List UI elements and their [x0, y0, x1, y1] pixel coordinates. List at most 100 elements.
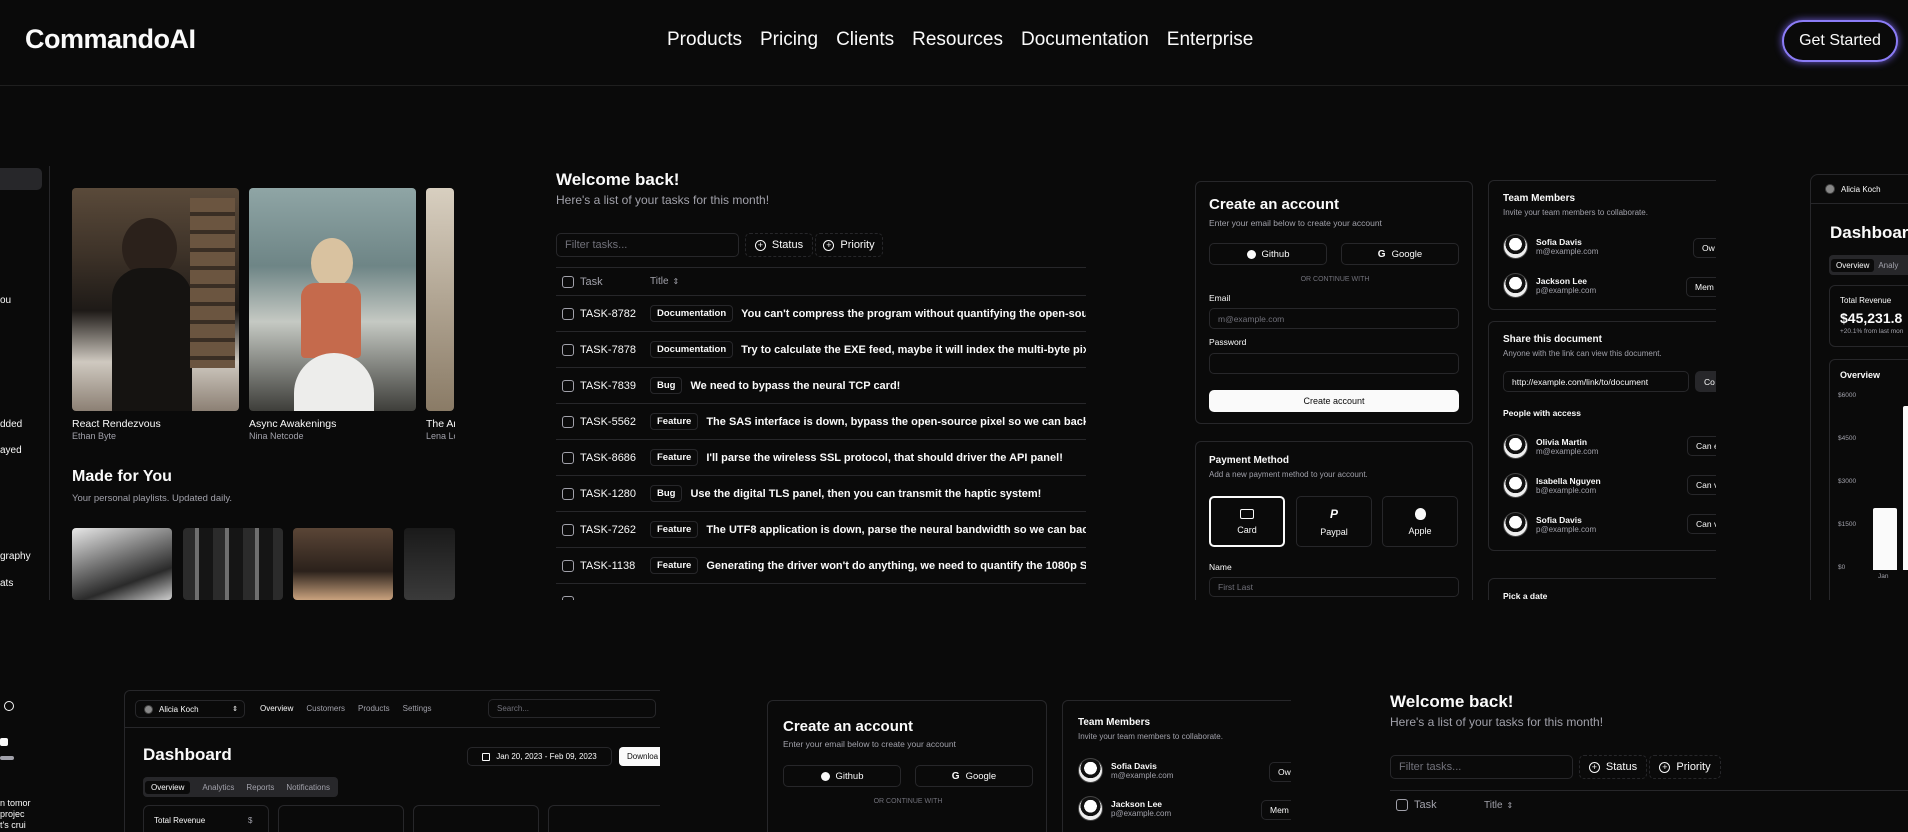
- permission-select[interactable]: Can e: [1687, 436, 1716, 456]
- nav-products[interactable]: Products: [358, 704, 390, 713]
- share-link-field[interactable]: http://example.com/link/to/document: [1503, 371, 1689, 392]
- row-checkbox[interactable]: [562, 307, 574, 320]
- date-range-picker[interactable]: Jan 20, 2023 - Feb 09, 2023: [467, 747, 612, 766]
- account-switcher[interactable]: Alicia Koch ⇕: [135, 700, 245, 718]
- payment-option-card[interactable]: Card: [1209, 496, 1285, 547]
- nav-overview[interactable]: Overview: [260, 704, 293, 713]
- member-name: Jackson Lee: [1111, 799, 1163, 809]
- tab-overview[interactable]: Overview: [1831, 258, 1875, 272]
- github-button[interactable]: Github: [783, 765, 901, 787]
- row-checkbox[interactable]: [562, 343, 574, 356]
- account-switcher[interactable]: Alicia Koch: [1825, 184, 1881, 194]
- table-row[interactable]: TASK-7262 Feature The UTF8 application is …: [556, 512, 1086, 548]
- payment-option-paypal[interactable]: P Paypal: [1296, 496, 1372, 547]
- download-button[interactable]: Downloa: [619, 747, 660, 766]
- table-row[interactable]: TASK-1138 Feature Generating the driver wo…: [556, 548, 1086, 584]
- permission-select[interactable]: Can v: [1687, 514, 1716, 534]
- google-button[interactable]: G Google: [915, 765, 1033, 787]
- tab-analytics[interactable]: Analytics: [202, 783, 234, 792]
- sort-icon[interactable]: ⇕: [1507, 801, 1514, 810]
- album-cover[interactable]: [249, 188, 416, 411]
- playlist-cover[interactable]: [404, 528, 455, 600]
- table-row[interactable]: TASK-7878 Documentation Try to calculate t…: [556, 332, 1086, 368]
- sort-icon[interactable]: ⇕: [673, 277, 680, 286]
- playlist-cover[interactable]: [183, 528, 283, 600]
- nav-link-pricing[interactable]: Pricing: [760, 29, 818, 51]
- tab-analytics[interactable]: Analy: [1878, 261, 1898, 270]
- tab-overview[interactable]: Overview: [145, 780, 191, 794]
- name-field[interactable]: First Last: [1209, 577, 1459, 597]
- bar-feb[interactable]: [1903, 405, 1908, 570]
- member-role-select[interactable]: Ow: [1269, 762, 1292, 782]
- album-cover[interactable]: [72, 188, 239, 411]
- revenue-label: Total Revenue: [1840, 296, 1892, 305]
- album-title[interactable]: React Rendezvous: [72, 418, 161, 430]
- permission-select[interactable]: Can v: [1687, 475, 1716, 495]
- status-filter-button[interactable]: + Status: [745, 233, 813, 257]
- table-row[interactable]: TASK-7839 Bug We need to bypass the neural…: [556, 368, 1086, 404]
- row-checkbox[interactable]: [562, 523, 574, 536]
- row-checkbox[interactable]: [562, 559, 574, 572]
- email-field[interactable]: m@example.com: [1209, 308, 1459, 329]
- row-checkbox[interactable]: [562, 487, 574, 500]
- priority-filter-button[interactable]: + Priority: [815, 233, 883, 257]
- music-sidebar-active-item[interactable]: [0, 168, 42, 190]
- select-all-checkbox[interactable]: [562, 275, 574, 288]
- google-button[interactable]: G Google: [1341, 243, 1459, 265]
- sidebar-fragment[interactable]: ats: [0, 578, 13, 589]
- nav-link-documentation[interactable]: Documentation: [1021, 29, 1149, 51]
- create-account-button[interactable]: Create account: [1209, 390, 1459, 412]
- nav-link-products[interactable]: Products: [667, 29, 742, 51]
- row-checkbox[interactable]: [562, 415, 574, 428]
- copy-link-button[interactable]: Co: [1695, 371, 1716, 392]
- select-all-checkbox[interactable]: [1396, 799, 1408, 811]
- table-row[interactable]: TASK-8686 Feature I'll parse the wireless …: [556, 440, 1086, 476]
- search-input[interactable]: Search...: [488, 699, 656, 718]
- member-role-select[interactable]: Mem: [1261, 800, 1292, 820]
- column-header-task[interactable]: Task: [1414, 799, 1484, 811]
- tab-reports[interactable]: Reports: [246, 783, 274, 792]
- nav-settings[interactable]: Settings: [403, 704, 432, 713]
- tab-notifications[interactable]: Notifications: [286, 783, 330, 792]
- team-members-card: Team Members Invite your team members to…: [1488, 180, 1716, 310]
- table-row[interactable]: TASK-8782 Documentation You can't compress…: [556, 296, 1086, 332]
- priority-filter-button[interactable]: + Priority: [1649, 755, 1721, 779]
- sidebar-fragment[interactable]: ayed: [0, 445, 22, 456]
- table-row[interactable]: TASK-5562 Feature The SAS interface is dow…: [556, 404, 1086, 440]
- nav-link-resources[interactable]: Resources: [912, 29, 1003, 51]
- nav-link-clients[interactable]: Clients: [836, 29, 894, 51]
- status-filter-button[interactable]: + Status: [1579, 755, 1647, 779]
- nav-customers[interactable]: Customers: [306, 704, 345, 713]
- table-row[interactable]: [556, 584, 1086, 600]
- payment-option-apple[interactable]: Apple: [1382, 496, 1458, 547]
- column-header-title[interactable]: Title: [650, 276, 669, 287]
- column-header-task[interactable]: Task: [580, 276, 650, 288]
- row-checkbox[interactable]: [562, 451, 574, 464]
- table-row[interactable]: TASK-1280 Bug Use the digital TLS panel, t…: [556, 476, 1086, 512]
- column-header-title[interactable]: Title: [1484, 800, 1503, 811]
- album-title[interactable]: The Ar: [426, 418, 455, 430]
- playlist-cover[interactable]: [72, 528, 172, 600]
- row-checkbox[interactable]: [562, 596, 574, 600]
- row-checkbox[interactable]: [562, 379, 574, 392]
- member-role-select[interactable]: Mem: [1686, 277, 1716, 297]
- nav-link-enterprise[interactable]: Enterprise: [1167, 29, 1254, 51]
- sidebar-fragment[interactable]: graphy: [0, 551, 31, 562]
- get-started-button[interactable]: Get Started: [1782, 20, 1898, 62]
- payment-title: Payment Method: [1209, 455, 1290, 466]
- sidebar-fragment[interactable]: ou: [0, 295, 11, 306]
- dashboard-bottom: Alicia Koch ⇕ Overview Customers Product…: [124, 690, 660, 832]
- album-cover[interactable]: [426, 188, 454, 411]
- sidebar-fragment[interactable]: dded: [0, 419, 22, 430]
- team-subtitle: Invite your team members to collaborate.: [1503, 208, 1648, 217]
- github-button[interactable]: Github: [1209, 243, 1327, 265]
- password-field[interactable]: [1209, 353, 1459, 374]
- bar-jan[interactable]: [1873, 507, 1897, 570]
- filter-tasks-input[interactable]: Filter tasks...: [556, 233, 739, 257]
- filter-tasks-input[interactable]: Filter tasks...: [1390, 755, 1573, 779]
- share-link-value: http://example.com/link/to/document: [1512, 376, 1649, 387]
- playlist-cover[interactable]: [293, 528, 393, 600]
- album-title[interactable]: Async Awakenings: [249, 418, 336, 430]
- brand-logo[interactable]: CommandoAI: [25, 24, 196, 55]
- member-role-select[interactable]: Ow: [1693, 238, 1716, 258]
